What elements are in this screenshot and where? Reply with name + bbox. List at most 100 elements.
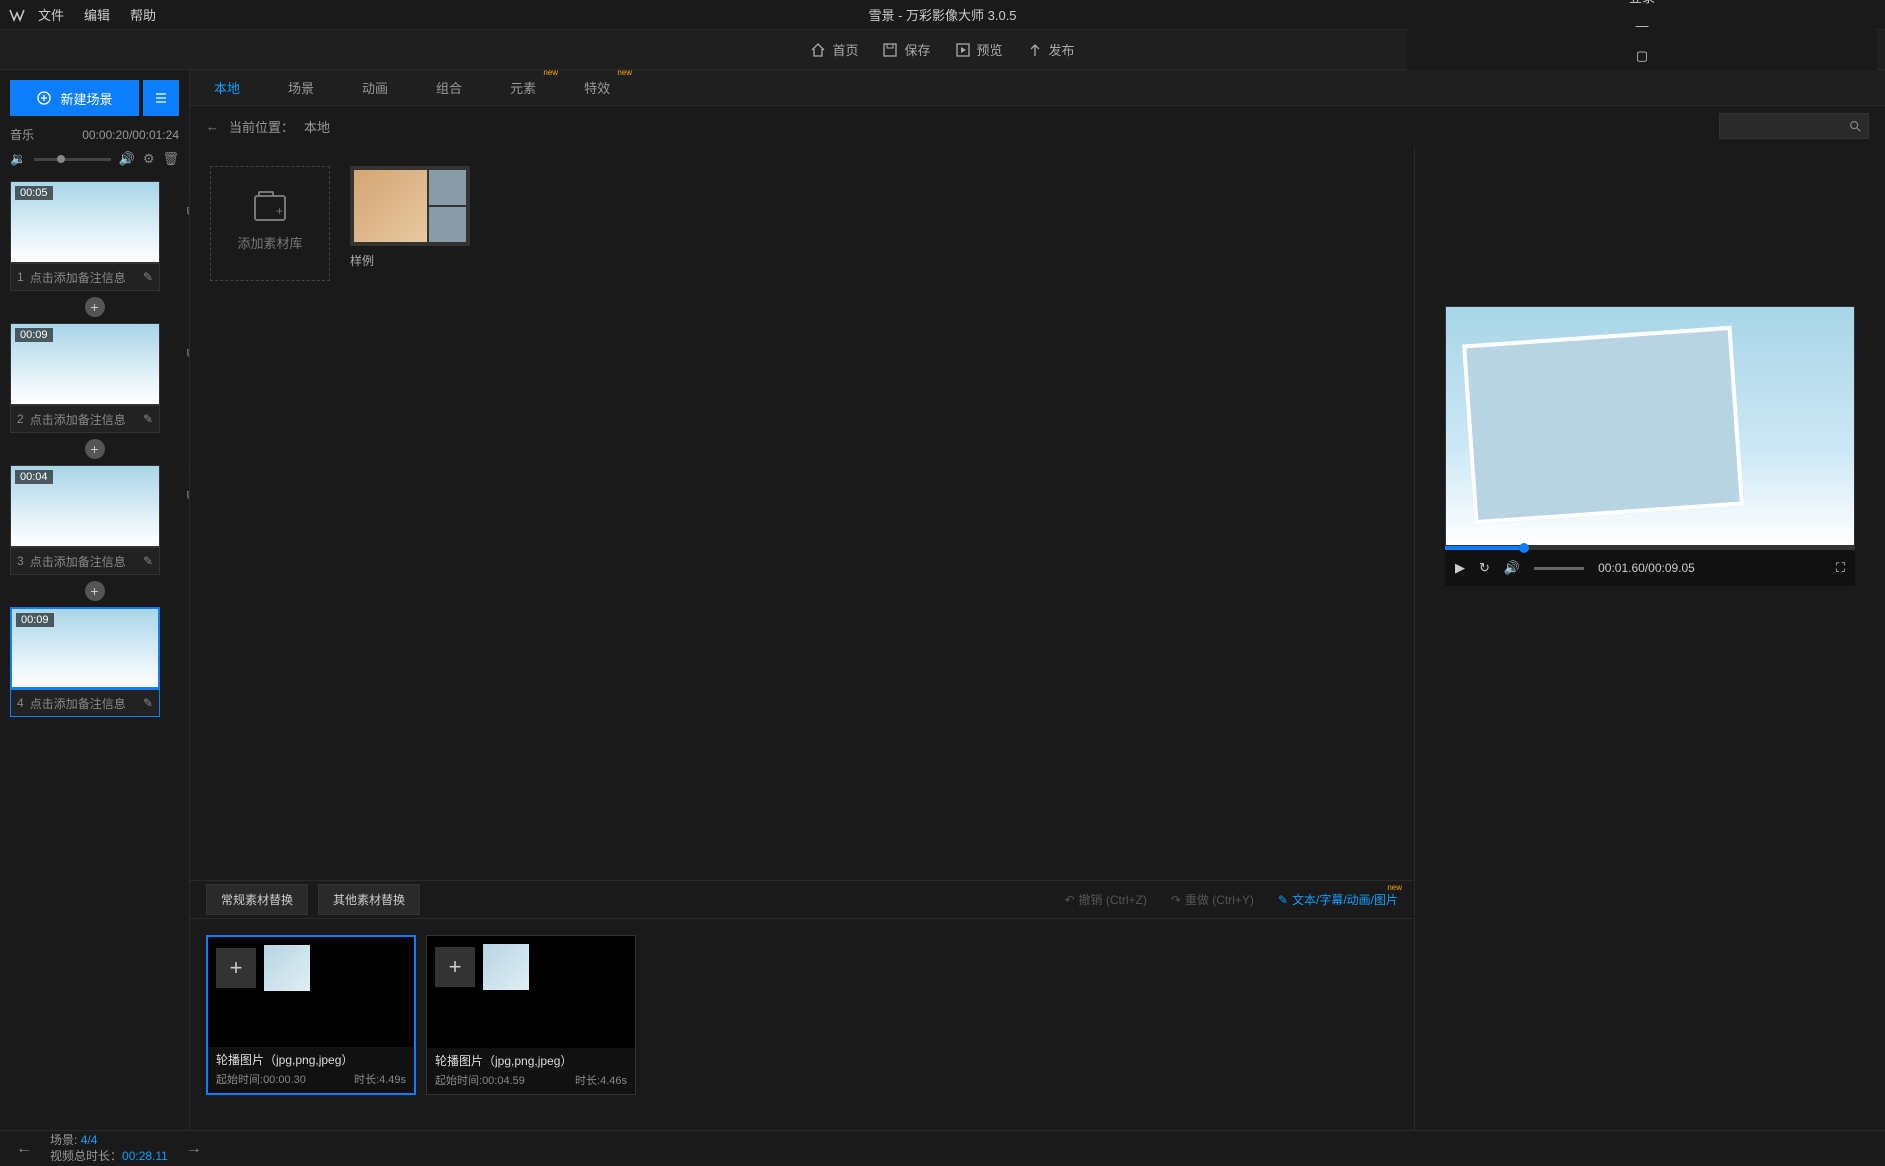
back-arrow-icon[interactable]: ← xyxy=(206,119,219,134)
clip-thumbnail xyxy=(264,945,310,991)
asset-folder[interactable]: 样例 xyxy=(350,166,470,269)
next-scene-arrow[interactable]: → xyxy=(186,1140,202,1158)
add-clip-image[interactable]: + xyxy=(216,948,256,988)
edit-caption-icon[interactable]: ✎ xyxy=(143,412,153,426)
preview-canvas xyxy=(1445,306,1855,546)
scene-thumbnail[interactable]: 00:05 xyxy=(10,181,160,263)
preview-progress[interactable] xyxy=(1445,546,1855,550)
clip-list: + 轮播图片（jpg,png,jpeg） 起始时间:00:00.30 时长:4.… xyxy=(190,919,1414,1111)
tab-element[interactable]: 元素new xyxy=(486,70,560,105)
scene-caption-text[interactable]: 点击添加备注信息 xyxy=(30,269,143,286)
login-button[interactable]: 登录 xyxy=(1623,0,1661,6)
tab-combo[interactable]: 组合 xyxy=(412,70,486,105)
scene-thumbnail[interactable]: 00:04 xyxy=(10,465,160,547)
copy-scene-icon[interactable]: ⧉ xyxy=(186,487,189,503)
play-icon[interactable]: ▶ xyxy=(1455,560,1465,576)
scene-list: 00:05 🗑 ⧉ 1 点击添加备注信息 ✎ + 00:09 xyxy=(0,173,189,1130)
scene-item[interactable]: 00:05 🗑 ⧉ 1 点击添加备注信息 ✎ xyxy=(10,181,179,291)
scene-count-value: 4/4 xyxy=(81,1133,98,1147)
menu-help[interactable]: 帮助 xyxy=(130,5,156,24)
breadcrumb-path: 本地 xyxy=(304,117,330,136)
add-scene-between[interactable]: + xyxy=(85,581,105,601)
edit-caption-icon[interactable]: ✎ xyxy=(143,554,153,568)
add-clip-image[interactable]: + xyxy=(435,947,475,987)
scene-item[interactable]: 00:04 🗑 ⧉ 3 点击添加备注信息 ✎ xyxy=(10,465,179,575)
clip-item[interactable]: + 轮播图片（jpg,png,jpeg） 起始时间:00:00.30 时长:4.… xyxy=(206,935,416,1095)
tab-local[interactable]: 本地 xyxy=(190,70,264,105)
edit-icon: ✎ xyxy=(1278,893,1288,907)
volume-icon[interactable]: 🔊 xyxy=(1504,560,1520,576)
volume-up-icon[interactable]: 🔊 xyxy=(119,151,135,167)
loop-icon[interactable]: ↻ xyxy=(1479,560,1490,576)
tab-effect[interactable]: 特效new xyxy=(560,70,634,105)
new-scene-button[interactable]: 新建场景 xyxy=(10,80,139,116)
scene-duration: 00:09 xyxy=(16,613,54,627)
redo-button[interactable]: ↷重做 (Ctrl+Y) xyxy=(1171,891,1254,908)
home-button[interactable]: 首页 xyxy=(810,40,858,59)
delete-scene-icon[interactable]: 🗑 xyxy=(186,325,189,341)
asset-tabs: 本地 场景 动画 组合 元素new 特效new xyxy=(190,70,1885,106)
home-label: 首页 xyxy=(832,40,858,59)
copy-scene-icon[interactable]: ⧉ xyxy=(186,345,189,361)
clip-item[interactable]: + 轮播图片（jpg,png,jpeg） 起始时间:00:04.59 时长:4.… xyxy=(426,935,636,1095)
publish-button[interactable]: 发布 xyxy=(1027,40,1075,59)
delete-scene-icon[interactable]: 🗑 xyxy=(186,467,189,483)
new-scene-label: 新建场景 xyxy=(60,89,112,108)
delete-music-icon[interactable]: 🗑 xyxy=(162,151,179,167)
menu-file[interactable]: 文件 xyxy=(38,5,64,24)
music-label: 音乐 xyxy=(10,126,34,143)
add-scene-between[interactable]: + xyxy=(85,297,105,317)
copy-scene-icon[interactable]: ⧉ xyxy=(186,203,189,219)
scene-item[interactable]: 00:09 🗑 ⧉ 2 点击添加备注信息 ✎ xyxy=(10,323,179,433)
breadcrumb-label: 当前位置： xyxy=(229,117,294,136)
text-anim-button[interactable]: ✎ 文本/字幕/动画/图片 new xyxy=(1278,891,1398,908)
scene-thumbnail[interactable]: 00:09 xyxy=(10,323,160,405)
scene-caption-text[interactable]: 点击添加备注信息 xyxy=(30,411,143,428)
scene-index: 2 xyxy=(17,412,24,426)
settings-icon[interactable]: ⚙ xyxy=(143,151,155,167)
add-library-label: 添加素材库 xyxy=(237,233,302,252)
search-input[interactable] xyxy=(1719,113,1869,139)
new-badge: new xyxy=(617,68,632,77)
edit-caption-icon[interactable]: ✎ xyxy=(143,270,153,284)
folder-add-icon: + xyxy=(254,195,286,221)
add-asset-library[interactable]: + 添加素材库 xyxy=(210,166,330,281)
menu-edit[interactable]: 编辑 xyxy=(84,5,110,24)
volume-down-icon[interactable]: 🔉 xyxy=(10,151,26,167)
new-badge: new xyxy=(1387,883,1402,892)
save-button[interactable]: 保存 xyxy=(882,40,930,59)
scene-list-toggle[interactable] xyxy=(143,80,179,116)
menu-bar: 文件 编辑 帮助 xyxy=(38,5,156,24)
delete-scene-icon[interactable]: 🗑 xyxy=(186,183,189,199)
scene-index: 3 xyxy=(17,554,24,568)
maximize-button[interactable]: ▢ xyxy=(1632,46,1652,66)
app-logo xyxy=(8,6,26,24)
preview-time: 00:01.60/00:09.05 xyxy=(1598,561,1695,575)
prev-scene-arrow[interactable]: ← xyxy=(16,1140,32,1158)
folder-thumbnail xyxy=(350,166,470,246)
clip-title: 轮播图片（jpg,png,jpeg） xyxy=(216,1051,406,1068)
preview-button[interactable]: 预览 xyxy=(955,40,1003,59)
scene-duration: 00:09 xyxy=(15,328,53,342)
minimize-button[interactable]: — xyxy=(1632,16,1652,36)
status-bar: ← 场景: 4/4 视频总时长：00:28.11 → xyxy=(0,1130,1885,1166)
tab-other-replace[interactable]: 其他素材替换 xyxy=(318,884,420,915)
scene-caption-text[interactable]: 点击添加备注信息 xyxy=(30,553,143,570)
fullscreen-icon[interactable]: ⛶ xyxy=(1836,560,1845,576)
publish-label: 发布 xyxy=(1049,40,1075,59)
add-scene-between[interactable]: + xyxy=(85,439,105,459)
clip-title: 轮播图片（jpg,png,jpeg） xyxy=(435,1052,627,1069)
scene-caption-text[interactable]: 点击添加备注信息 xyxy=(30,695,143,712)
scene-thumbnail[interactable]: 00:09 xyxy=(10,607,160,689)
edit-caption-icon[interactable]: ✎ xyxy=(143,696,153,710)
tab-regular-replace[interactable]: 常规素材替换 xyxy=(206,884,308,915)
asset-area: + 添加素材库 样例 xyxy=(190,146,1414,880)
tab-animation[interactable]: 动画 xyxy=(338,70,412,105)
scene-item[interactable]: 00:09 4 点击添加备注信息 ✎ xyxy=(10,607,179,717)
preview-controls: ▶ ↻ 🔊 00:01.60/00:09.05 ⛶ xyxy=(1445,550,1855,586)
volume-slider[interactable] xyxy=(1534,567,1584,570)
music-slider[interactable] xyxy=(34,158,110,161)
undo-button[interactable]: ↶撤销 (Ctrl+Z) xyxy=(1064,891,1146,908)
tab-scene[interactable]: 场景 xyxy=(264,70,338,105)
scene-index: 1 xyxy=(17,270,24,284)
